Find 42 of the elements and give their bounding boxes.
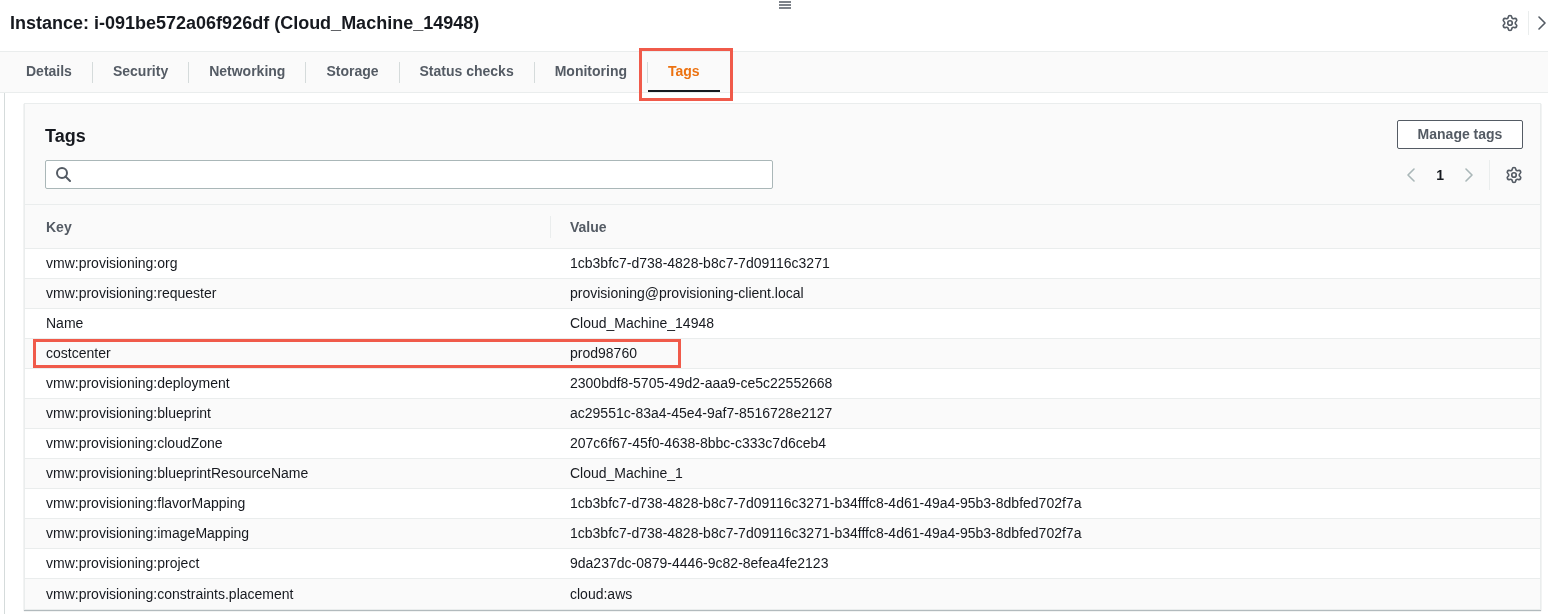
table-cell-text: 2300bdf8-5705-49d2-aaa9-ce5c22552668 [569,374,834,393]
table-cell-text: 9da237dc-0879-4446-9c82-8efea4fe2123 [569,554,830,573]
column-header[interactable]: Key [46,217,72,236]
chevron-right-icon[interactable] [1538,15,1546,30]
manage-tags-button[interactable]: Manage tags [1397,120,1523,149]
table-cell-text: vmw:provisioning:cloudZone [45,434,224,453]
table-cell-text: 1cb3bfc7-d738-4828-b8c7-7d09116c3271-b34fffc8-4d61-49a4-95b3-8dbfed702f7a [569,494,1083,513]
table-cell-text: vmw:provisioning:blueprintResourceName [45,464,310,483]
table-cell-text: vmw:provisioning:imageMapping [45,524,251,543]
drag-handle-icon[interactable] [779,1,791,9]
table-cell-text: 1cb3bfc7-d738-4828-b8c7-7d09116c3271 [569,254,831,273]
table-cell-text: Cloud_Machine_14948 [569,314,715,333]
table-cell-text: Name [45,314,85,333]
column-header[interactable]: Value [570,217,607,236]
table-cell-text: 207c6f67-45f0-4638-8bbc-c333c7d6ceb4 [569,434,828,453]
table-cell-text: vmw:provisioning:requester [45,284,218,303]
settings-icon[interactable] [1501,13,1519,32]
table-cell-text: 1cb3bfc7-d738-4828-b8c7-7d09116c3271-b34fffc8-4d61-49a4-95b3-8dbfed702f7a [569,524,1083,543]
table-cell-text: vmw:provisioning:constraints.placement [45,584,295,604]
tab[interactable]: Networking [189,52,306,92]
tab[interactable]: Storage [306,52,399,92]
settings-icon[interactable] [1505,165,1523,184]
search-field[interactable] [45,160,773,189]
search-icon [56,167,71,182]
table-cell-text: cloud:aws [569,584,634,604]
panel-title: Tags [45,125,86,147]
table-cell-text: ac29551c-83a4-45e4-9af7-8516728e2127 [569,404,834,423]
table-cell-text: vmw:provisioning:flavorMapping [45,494,247,513]
tab[interactable]: Status checks [399,52,534,92]
instance-title: Instance: i-091be572a06f926df (Cloud_Machine_14948) [10,11,480,34]
table-cell-text: vmw:provisioning:deployment [45,374,231,393]
page-number[interactable]: 1 [1436,165,1444,184]
tab[interactable]: Security [92,52,189,92]
table-cell-text: prod98760 [569,344,638,363]
table-cell-text: costcenter [45,344,112,363]
tab[interactable]: Monitoring [534,52,647,92]
table-cell-text: Cloud_Machine_1 [569,464,684,483]
table-cell-text: provisioning@provisioning-client.local [569,284,805,303]
table-cell-text: vmw:provisioning:project [45,554,201,573]
table-cell-text: vmw:provisioning:blueprint [45,404,212,423]
table-cell-text: vmw:provisioning:org [45,254,179,273]
tab[interactable]: Details [6,52,92,92]
